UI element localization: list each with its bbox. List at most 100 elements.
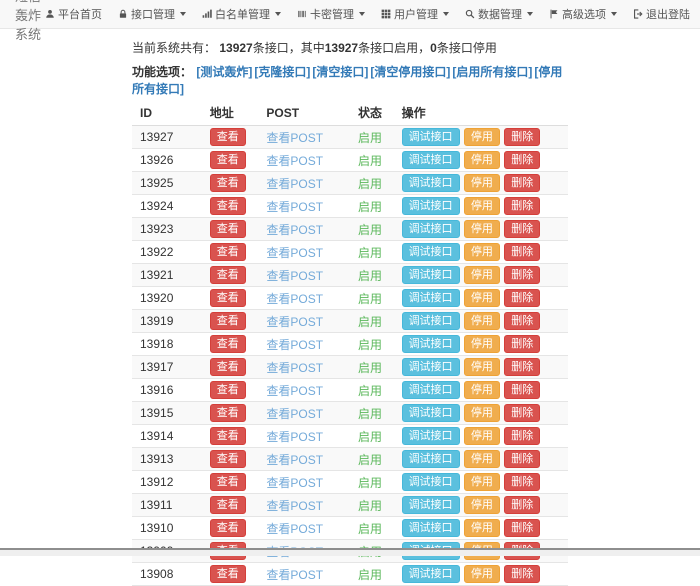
disable-interface-button[interactable]: 停用 [464, 289, 500, 307]
view-post-link[interactable]: 查看POST [266, 177, 323, 191]
delete-interface-button[interactable]: 删除 [504, 220, 540, 238]
nav-item-logout[interactable]: 退出登陆 [633, 6, 690, 22]
disable-interface-button[interactable]: 停用 [464, 381, 500, 399]
debug-interface-button[interactable]: 调试接口 [402, 427, 460, 445]
option-link-enable-all-interfaces[interactable]: [启用所有接口] [452, 65, 532, 79]
nav-item-data-mgmt[interactable]: 数据管理 [465, 6, 533, 22]
disable-interface-button[interactable]: 停用 [464, 565, 500, 583]
option-link-test-bomb[interactable]: [测试轰炸] [196, 65, 252, 79]
debug-interface-button[interactable]: 调试接口 [402, 381, 460, 399]
option-link-clear-interfaces[interactable]: [清空接口] [312, 65, 368, 79]
disable-interface-button[interactable]: 停用 [464, 197, 500, 215]
view-post-link[interactable]: 查看POST [266, 315, 323, 329]
disable-interface-button[interactable]: 停用 [464, 151, 500, 169]
view-address-button[interactable]: 查看 [210, 243, 246, 261]
disable-interface-button[interactable]: 停用 [464, 450, 500, 468]
view-address-button[interactable]: 查看 [210, 565, 246, 583]
view-post-link[interactable]: 查看POST [266, 338, 323, 352]
disable-interface-button[interactable]: 停用 [464, 496, 500, 514]
delete-interface-button[interactable]: 删除 [504, 565, 540, 583]
view-address-button[interactable]: 查看 [210, 128, 246, 146]
delete-interface-button[interactable]: 删除 [504, 197, 540, 215]
delete-interface-button[interactable]: 删除 [504, 404, 540, 422]
delete-interface-button[interactable]: 删除 [504, 519, 540, 537]
debug-interface-button[interactable]: 调试接口 [402, 220, 460, 238]
delete-interface-button[interactable]: 删除 [504, 151, 540, 169]
view-address-button[interactable]: 查看 [210, 174, 246, 192]
view-address-button[interactable]: 查看 [210, 266, 246, 284]
delete-interface-button[interactable]: 删除 [504, 289, 540, 307]
debug-interface-button[interactable]: 调试接口 [402, 450, 460, 468]
disable-interface-button[interactable]: 停用 [464, 174, 500, 192]
view-address-button[interactable]: 查看 [210, 358, 246, 376]
view-address-button[interactable]: 查看 [210, 496, 246, 514]
debug-interface-button[interactable]: 调试接口 [402, 174, 460, 192]
delete-interface-button[interactable]: 删除 [504, 427, 540, 445]
debug-interface-button[interactable]: 调试接口 [402, 128, 460, 146]
debug-interface-button[interactable]: 调试接口 [402, 404, 460, 422]
brand[interactable]: 短信轰炸系统 [15, 0, 45, 43]
debug-interface-button[interactable]: 调试接口 [402, 496, 460, 514]
debug-interface-button[interactable]: 调试接口 [402, 151, 460, 169]
view-address-button[interactable]: 查看 [210, 289, 246, 307]
disable-interface-button[interactable]: 停用 [464, 266, 500, 284]
view-address-button[interactable]: 查看 [210, 519, 246, 537]
view-address-button[interactable]: 查看 [210, 312, 246, 330]
view-post-link[interactable]: 查看POST [266, 453, 323, 467]
view-post-link[interactable]: 查看POST [266, 223, 323, 237]
view-address-button[interactable]: 查看 [210, 450, 246, 468]
view-address-button[interactable]: 查看 [210, 404, 246, 422]
view-post-link[interactable]: 查看POST [266, 499, 323, 513]
delete-interface-button[interactable]: 删除 [504, 243, 540, 261]
option-link-clear-disabled-interfaces[interactable]: [清空停用接口] [370, 65, 450, 79]
view-post-link[interactable]: 查看POST [266, 246, 323, 260]
debug-interface-button[interactable]: 调试接口 [402, 312, 460, 330]
view-post-link[interactable]: 查看POST [266, 269, 323, 283]
delete-interface-button[interactable]: 删除 [504, 450, 540, 468]
delete-interface-button[interactable]: 删除 [504, 381, 540, 399]
debug-interface-button[interactable]: 调试接口 [402, 519, 460, 537]
view-post-link[interactable]: 查看POST [266, 407, 323, 421]
view-post-link[interactable]: 查看POST [266, 292, 323, 306]
disable-interface-button[interactable]: 停用 [464, 473, 500, 491]
nav-item-user-mgmt[interactable]: 用户管理 [381, 6, 449, 22]
disable-interface-button[interactable]: 停用 [464, 335, 500, 353]
view-post-link[interactable]: 查看POST [266, 361, 323, 375]
view-address-button[interactable]: 查看 [210, 473, 246, 491]
view-address-button[interactable]: 查看 [210, 381, 246, 399]
view-post-link[interactable]: 查看POST [266, 476, 323, 490]
view-post-link[interactable]: 查看POST [266, 568, 323, 582]
disable-interface-button[interactable]: 停用 [464, 243, 500, 261]
view-post-link[interactable]: 查看POST [266, 131, 323, 145]
view-post-link[interactable]: 查看POST [266, 200, 323, 214]
view-address-button[interactable]: 查看 [210, 427, 246, 445]
delete-interface-button[interactable]: 删除 [504, 174, 540, 192]
delete-interface-button[interactable]: 删除 [504, 496, 540, 514]
debug-interface-button[interactable]: 调试接口 [402, 565, 460, 583]
disable-interface-button[interactable]: 停用 [464, 220, 500, 238]
disable-interface-button[interactable]: 停用 [464, 128, 500, 146]
view-address-button[interactable]: 查看 [210, 335, 246, 353]
delete-interface-button[interactable]: 删除 [504, 266, 540, 284]
view-post-link[interactable]: 查看POST [266, 154, 323, 168]
debug-interface-button[interactable]: 调试接口 [402, 473, 460, 491]
option-link-clone-interface[interactable]: [克隆接口] [254, 65, 310, 79]
debug-interface-button[interactable]: 调试接口 [402, 197, 460, 215]
disable-interface-button[interactable]: 停用 [464, 519, 500, 537]
debug-interface-button[interactable]: 调试接口 [402, 358, 460, 376]
disable-interface-button[interactable]: 停用 [464, 358, 500, 376]
delete-interface-button[interactable]: 删除 [504, 128, 540, 146]
disable-interface-button[interactable]: 停用 [464, 312, 500, 330]
debug-interface-button[interactable]: 调试接口 [402, 289, 460, 307]
debug-interface-button[interactable]: 调试接口 [402, 243, 460, 261]
delete-interface-button[interactable]: 删除 [504, 473, 540, 491]
nav-item-advanced-options[interactable]: 高级选项 [549, 6, 617, 22]
view-post-link[interactable]: 查看POST [266, 430, 323, 444]
view-post-link[interactable]: 查看POST [266, 384, 323, 398]
delete-interface-button[interactable]: 删除 [504, 312, 540, 330]
disable-interface-button[interactable]: 停用 [464, 427, 500, 445]
view-address-button[interactable]: 查看 [210, 151, 246, 169]
disable-interface-button[interactable]: 停用 [464, 404, 500, 422]
nav-item-interface-mgmt[interactable]: 接口管理 [118, 6, 186, 22]
view-address-button[interactable]: 查看 [210, 197, 246, 215]
